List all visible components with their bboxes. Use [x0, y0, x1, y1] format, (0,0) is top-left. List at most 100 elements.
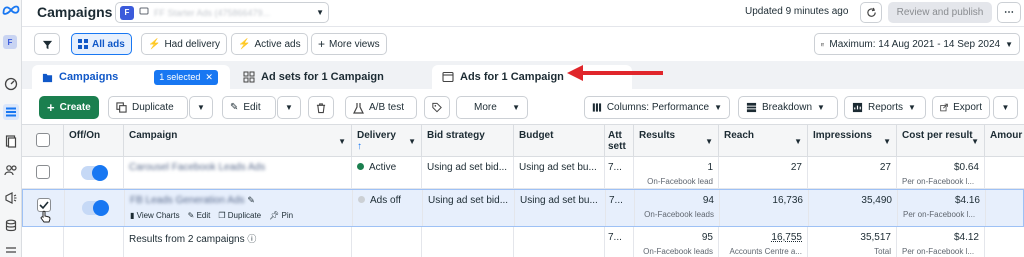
columns-button[interactable]: Columns: Performance ▼: [584, 96, 730, 119]
breakdown-label: Breakdown: [762, 102, 813, 113]
duplicate-action[interactable]: ❐ Duplicate: [218, 211, 261, 220]
left-rail: F: [0, 0, 22, 257]
campaigns-table-icon[interactable]: [3, 104, 19, 120]
account-selector[interactable]: F FF Starter Ads (475866479... ▼: [115, 2, 329, 23]
header-cost-per-result-label: Cost per result: [902, 130, 973, 141]
view-charts-action[interactable]: ▮ View Charts: [130, 211, 180, 220]
header-amount[interactable]: Amour: [985, 125, 1024, 157]
meta-logo-icon[interactable]: [2, 3, 20, 17]
summary-spacer: [64, 227, 124, 257]
reports-button[interactable]: Reports ▼: [844, 96, 926, 119]
tag-button[interactable]: [424, 96, 450, 119]
pages-icon[interactable]: [3, 133, 19, 149]
duplicate-button[interactable]: Duplicate: [108, 96, 188, 119]
results-value: 94: [702, 195, 714, 206]
chevron-down-icon: ▼: [197, 103, 205, 112]
pin-action-label: Pin: [281, 211, 294, 220]
date-range-picker[interactable]: Maximum: 14 Aug 2021 - 14 Sep 2024 ▼: [814, 33, 1020, 55]
header-delivery-label: Delivery: [357, 130, 396, 141]
account-avatar[interactable]: F: [3, 35, 17, 49]
refresh-icon: [866, 7, 876, 17]
reach-cell: 27: [719, 157, 808, 188]
header-delivery[interactable]: Delivery ▼ ↑: [352, 125, 422, 157]
header-campaign-label: Campaign: [129, 130, 178, 141]
header-impressions-label: Impressions: [813, 130, 872, 141]
select-all-column: [22, 125, 64, 157]
all-ads-filter[interactable]: All ads: [71, 33, 132, 55]
more-options-button[interactable]: ⋯: [997, 2, 1021, 23]
more-button[interactable]: More ▼: [456, 96, 528, 119]
filter-button[interactable]: [34, 33, 60, 55]
impressions-cell: 35,490: [809, 190, 898, 226]
campaign-name-link[interactable]: Carousel Facebook Leads Ads: [129, 162, 265, 173]
header-results[interactable]: Results ▼: [634, 125, 719, 157]
plus-icon: +: [47, 100, 55, 115]
more-views-button[interactable]: + More views: [311, 33, 387, 55]
campaign-name-link[interactable]: FB Leads Generation Ads: [130, 195, 245, 206]
action-toolbar: + Create Duplicate ▼ ✎ Edit ▼ A/B test M…: [22, 89, 1024, 125]
refresh-button[interactable]: [860, 2, 882, 23]
summary-spacer: [22, 227, 64, 257]
header-impressions[interactable]: Impressions ▼: [808, 125, 897, 157]
menu-icon[interactable]: [3, 243, 19, 257]
billing-icon[interactable]: [3, 217, 19, 233]
filter-bar: All ads ⚡ Had delivery ⚡ Active ads + Mo…: [22, 27, 1024, 61]
chevron-down-icon: ▼: [714, 103, 722, 112]
review-publish-button[interactable]: Review and publish: [888, 2, 992, 23]
budget-cell: Using ad set bu...: [514, 157, 605, 188]
info-icon[interactable]: ⓘ: [247, 234, 256, 244]
create-button[interactable]: + Create: [39, 96, 99, 119]
updated-status: Updated 9 minutes ago: [745, 6, 849, 17]
summary-reach: 16,755 Accounts Centre a...: [719, 227, 808, 257]
edit-button[interactable]: ✎ Edit: [222, 96, 276, 119]
summary-spacer: [352, 227, 422, 257]
export-button[interactable]: Export: [932, 96, 990, 119]
ab-test-button[interactable]: A/B test: [345, 96, 417, 119]
dashboard-icon[interactable]: [3, 76, 19, 92]
sort-dropdown-icon: ▼: [408, 137, 416, 146]
cost-per-result-cell: $0.64 Per on-Facebook l...: [897, 157, 985, 188]
row-checkbox[interactable]: [35, 165, 50, 179]
cost-per-result-cell: $4.16 Per on-Facebook l...: [898, 190, 986, 226]
header-cost-per-result[interactable]: Cost per result ▼: [897, 125, 985, 157]
select-all-checkbox[interactable]: [35, 133, 50, 147]
delete-button[interactable]: [308, 96, 334, 119]
header-bid-strategy[interactable]: Bid strategy: [422, 125, 514, 157]
date-range-label: Maximum: 14 Aug 2021 - 14 Sep 2024: [829, 38, 1001, 50]
pencil-icon[interactable]: ✎: [247, 195, 255, 205]
table-row-selected[interactable]: FB Leads Generation Ads ✎ ▮ View Charts …: [22, 189, 1024, 227]
results-cell: 1 On-Facebook lead: [634, 157, 719, 188]
pencil-icon: ✎: [187, 211, 195, 220]
header-campaign[interactable]: Campaign ▼: [124, 125, 352, 157]
tab-ad-sets[interactable]: Ad sets for 1 Campaign: [233, 65, 428, 89]
breakdown-button[interactable]: Breakdown ▼: [738, 96, 838, 119]
tab-campaigns[interactable]: Campaigns 1 selected ✕: [32, 65, 230, 89]
export-dropdown[interactable]: ▼: [993, 96, 1018, 119]
plus-icon: +: [318, 37, 326, 51]
selected-count-badge[interactable]: 1 selected ✕: [154, 69, 218, 85]
delivery-status-dot: [358, 196, 365, 203]
campaign-toggle[interactable]: [80, 165, 108, 181]
active-ads-filter[interactable]: ⚡ Active ads: [231, 33, 308, 55]
pin-action[interactable]: 📌︎ Pin: [269, 211, 293, 220]
chevron-down-icon: ▼: [285, 103, 293, 112]
campaign-toggle[interactable]: [81, 200, 109, 216]
header-attribution[interactable]: Att sett: [605, 125, 634, 157]
close-icon[interactable]: ✕: [205, 72, 213, 83]
filter-icon: [42, 40, 52, 49]
ab-test-label: A/B test: [369, 102, 405, 113]
had-delivery-filter[interactable]: ⚡ Had delivery: [141, 33, 228, 55]
megaphone-icon[interactable]: [3, 190, 19, 206]
table-row[interactable]: Carousel Facebook Leads Ads Active Using…: [22, 157, 1024, 189]
duplicate-icon: [116, 102, 127, 113]
header-reach[interactable]: Reach ▼: [719, 125, 808, 157]
flask-icon: [353, 102, 364, 114]
header-bid-strategy-label: Bid strategy: [427, 130, 485, 141]
edit-dropdown[interactable]: ▼: [277, 96, 301, 119]
edit-action[interactable]: ✎ Edit: [188, 211, 211, 220]
duplicate-dropdown[interactable]: ▼: [189, 96, 213, 119]
audiences-icon[interactable]: [3, 162, 19, 178]
summary-impressions-value: 35,517: [860, 232, 891, 243]
header-budget[interactable]: Budget: [514, 125, 605, 157]
header-off-on[interactable]: Off/On: [64, 125, 124, 157]
